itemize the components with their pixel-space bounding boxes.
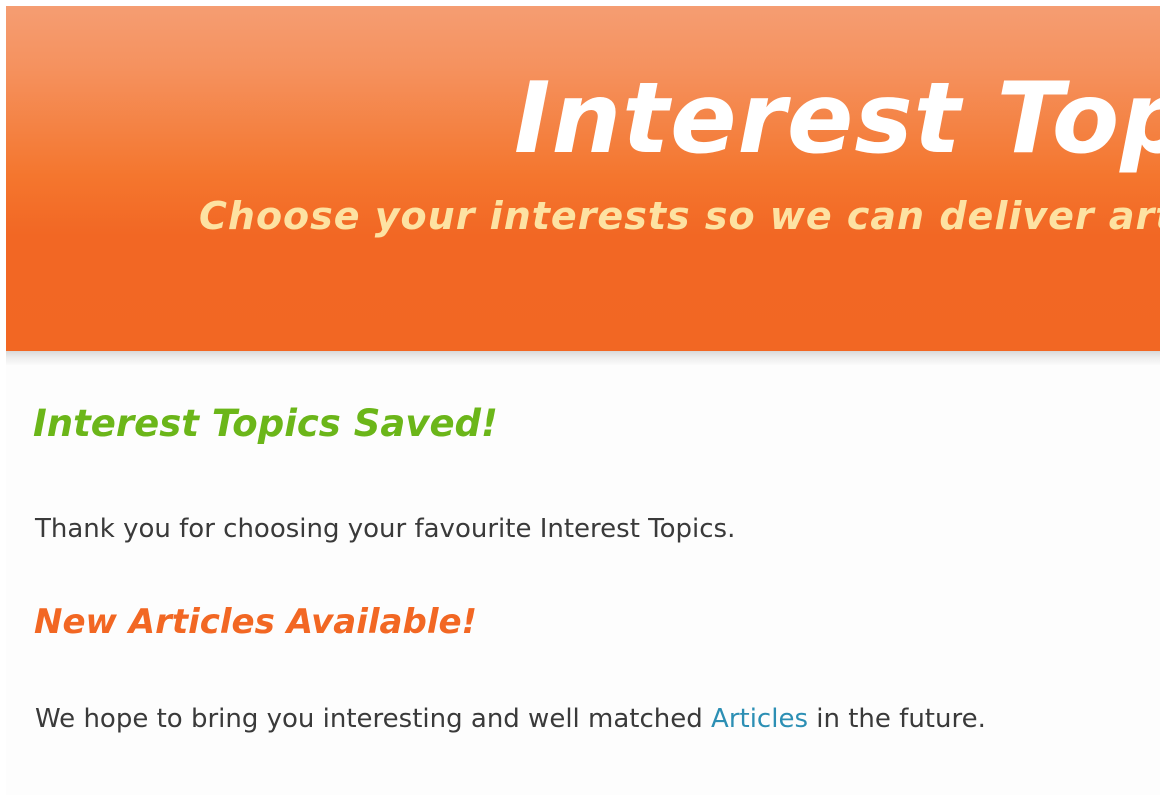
articles-message-after: in the future. <box>808 704 986 734</box>
new-articles-heading: New Articles Available! <box>34 602 478 642</box>
articles-link[interactable]: Articles <box>711 704 808 734</box>
page-header-banner: Interest Top Choose your interests so we… <box>6 6 1160 351</box>
page-subtitle: Choose your interests so we can deliver … <box>199 194 1160 238</box>
main-content: Interest Topics Saved! Thank you for cho… <box>6 365 1160 795</box>
thank-you-message: Thank you for choosing your favourite In… <box>35 514 736 544</box>
articles-message-before: We hope to bring you interesting and wel… <box>35 704 712 734</box>
articles-message: We hope to bring you interesting and wel… <box>35 703 986 735</box>
page-frame: Interest Top Choose your interests so we… <box>6 6 1160 795</box>
page-title: Interest Top <box>514 62 1160 176</box>
header-divider <box>6 351 1160 365</box>
saved-confirmation-heading: Interest Topics Saved! <box>33 402 498 445</box>
